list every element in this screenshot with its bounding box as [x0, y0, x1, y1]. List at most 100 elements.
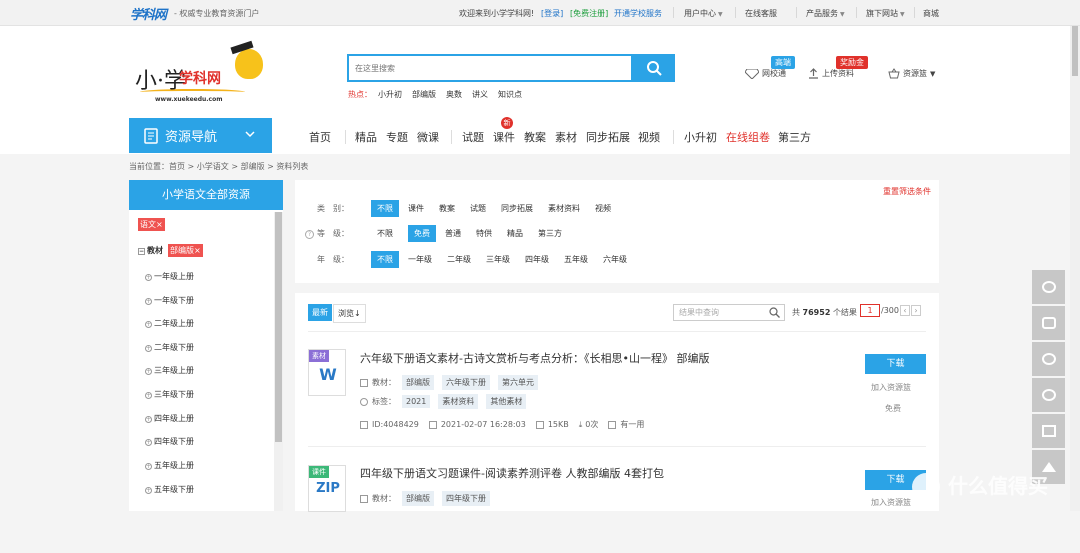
nav-xiaoshengchu[interactable]: 小升初	[684, 129, 717, 145]
nav-home[interactable]: 首页	[309, 129, 331, 145]
filter-option[interactable]: 同步拓展	[501, 203, 533, 214]
nav-third-party[interactable]: 第三方	[778, 129, 811, 145]
download-button[interactable]: 下载	[865, 354, 926, 374]
next-page-icon[interactable]: ›	[910, 305, 921, 316]
filter-option[interactable]: 素材资料	[548, 203, 580, 214]
result-search-input[interactable]: 结果中查询	[673, 304, 785, 321]
scrollbar-thumb[interactable]	[1072, 26, 1078, 76]
material-chip[interactable]: 六年级下册	[442, 375, 490, 390]
nav-online-paper[interactable]: 在线组卷	[726, 129, 770, 145]
filter-option[interactable]: 特供	[476, 228, 492, 239]
search-icon[interactable]	[769, 307, 780, 318]
sidebar-item-grade2-down[interactable]: + 二年级下册	[145, 342, 194, 353]
nav-products[interactable]: 产品服务 ▼	[806, 8, 845, 19]
hot-keyword[interactable]: 知识点	[498, 90, 522, 99]
nav-video[interactable]: 视频	[638, 129, 660, 145]
nav-lesson-plans[interactable]: 教案	[524, 129, 546, 145]
hot-keyword[interactable]: 奥数	[446, 90, 462, 99]
filter-option[interactable]: 三年级	[486, 254, 510, 265]
nav-user-center[interactable]: 用户中心 ▼	[684, 8, 723, 19]
filter-option[interactable]: 二年级	[447, 254, 471, 265]
site-logo[interactable]: 小·学 学科网 www.xuekeedu.com	[135, 40, 265, 103]
nav-featured[interactable]: 精品	[355, 129, 377, 145]
sidebar-scrollbar[interactable]	[274, 212, 283, 511]
sidebar-item-grade4-down[interactable]: + 四年级下册	[145, 436, 194, 447]
filter-option[interactable]: 课件	[408, 203, 424, 214]
filter-option[interactable]: 不限	[377, 228, 393, 239]
nav-online-service[interactable]: 在线客服	[745, 8, 777, 19]
material-chip[interactable]: 部编版	[402, 491, 434, 506]
sidebar-item-grade1-down[interactable]: + 一年级下册	[145, 295, 194, 306]
site-brand[interactable]: 学科网	[130, 4, 167, 23]
history-button[interactable]	[1032, 342, 1065, 376]
hot-keyword[interactable]: 部编版	[412, 90, 436, 99]
file-zip-icon: 课件 ZIP	[308, 465, 346, 512]
prev-page-icon[interactable]: ‹	[899, 305, 910, 316]
register-link[interactable]: [免费注册]	[570, 8, 608, 19]
filter-option[interactable]: 五年级	[564, 254, 588, 265]
filter-option[interactable]: 第三方	[538, 228, 562, 239]
subject-tag[interactable]: 语文×	[138, 218, 165, 231]
sort-views-button[interactable]: 浏览↓	[333, 304, 366, 323]
sidebar-item-grade4-up[interactable]: + 四年级上册	[145, 413, 194, 424]
reset-filters-link[interactable]: 重置筛选条件	[883, 186, 931, 197]
page-input[interactable]: 1	[860, 304, 880, 317]
filter-option[interactable]: 试题	[470, 203, 486, 214]
school-pass-link[interactable]: 网校通	[745, 68, 786, 79]
add-to-basket-link[interactable]: 加入资源篮	[871, 382, 911, 393]
hot-keyword[interactable]: 讲义	[472, 90, 488, 99]
sidebar-item-grade3-up[interactable]: + 三年级上册	[145, 365, 194, 376]
filter-option[interactable]: 六年级	[603, 254, 627, 265]
filter-option[interactable]: 视频	[595, 203, 611, 214]
tag-chip[interactable]: 素材资料	[438, 394, 479, 409]
nav-sites[interactable]: 旗下网站 ▼	[866, 8, 905, 19]
add-to-basket-link[interactable]: 加入资源篮	[871, 497, 911, 508]
filter-option-selected[interactable]: 不限	[371, 200, 399, 217]
filter-option[interactable]: 普通	[445, 228, 461, 239]
material-toggle[interactable]: − 教材	[138, 245, 163, 256]
tag-chip[interactable]: 2021	[402, 395, 431, 408]
upload-link[interactable]: 上传资料	[808, 68, 854, 79]
help-icon[interactable]: ?	[305, 230, 314, 239]
nav-tests[interactable]: 试题	[462, 129, 484, 145]
filter-option[interactable]: 一年级	[408, 254, 432, 265]
page-scrollbar[interactable]	[1070, 26, 1080, 511]
material-chip[interactable]: 部编版	[402, 375, 434, 390]
tag-chip[interactable]: 其他素材	[486, 394, 527, 409]
hot-keyword[interactable]: 小升初	[378, 90, 402, 99]
search-button[interactable]	[632, 54, 675, 82]
filter-option[interactable]: 四年级	[525, 254, 549, 265]
material-chip[interactable]: 四年级下册	[442, 491, 490, 506]
sidebar-item-grade2-up[interactable]: + 二年级上册	[145, 318, 194, 329]
item-title[interactable]: 六年级下册语文素材-古诗文赏析与考点分析：《长相思•山一程》 部编版	[360, 350, 709, 366]
sidebar-item-grade1-up[interactable]: + 一年级上册	[145, 271, 194, 282]
sidebar-item-grade5-down[interactable]: + 五年级下册	[145, 484, 194, 495]
filter-option[interactable]: 精品	[507, 228, 523, 239]
sidebar-item-grade5-up[interactable]: + 五年级上册	[145, 460, 194, 471]
material-chip[interactable]: 第六单元	[498, 375, 538, 390]
nav-materials[interactable]: 素材	[555, 129, 577, 145]
customer-service-button[interactable]	[1032, 270, 1065, 304]
scrollbar-thumb[interactable]	[275, 212, 282, 442]
expand-icon: +	[145, 439, 152, 446]
filter-option-selected[interactable]: 不限	[371, 251, 399, 268]
login-link[interactable]: [登录]	[541, 8, 563, 19]
feedback-button[interactable]	[1032, 306, 1065, 340]
resource-guide-button[interactable]: 资源导航	[129, 118, 272, 153]
sidebar-item-grade3-down[interactable]: + 三年级下册	[145, 389, 194, 400]
nav-courseware[interactable]: 课件	[493, 129, 515, 145]
edition-tag[interactable]: 部编版×	[168, 244, 203, 257]
nav-topics[interactable]: 专题	[386, 129, 408, 145]
open-school-link[interactable]: 开通学校服务	[614, 8, 662, 19]
search-float-button[interactable]	[1032, 378, 1065, 412]
filter-option[interactable]: 教案	[439, 203, 455, 214]
item-title[interactable]: 四年级下册语文习题课件-阅读素养测评卷 人教部编版 4套打包	[360, 465, 664, 481]
resource-basket-link[interactable]: 资源篮 ▼	[888, 68, 935, 79]
filter-option-selected[interactable]: 免费	[408, 225, 436, 242]
search-input[interactable]	[349, 56, 631, 80]
nav-sync-extension[interactable]: 同步拓展	[586, 129, 630, 145]
qr-code-button[interactable]	[1032, 414, 1065, 448]
nav-micro-lessons[interactable]: 微课	[417, 129, 439, 145]
sort-latest-button[interactable]: 最新	[308, 304, 332, 321]
nav-mall[interactable]: 商城	[923, 8, 939, 19]
